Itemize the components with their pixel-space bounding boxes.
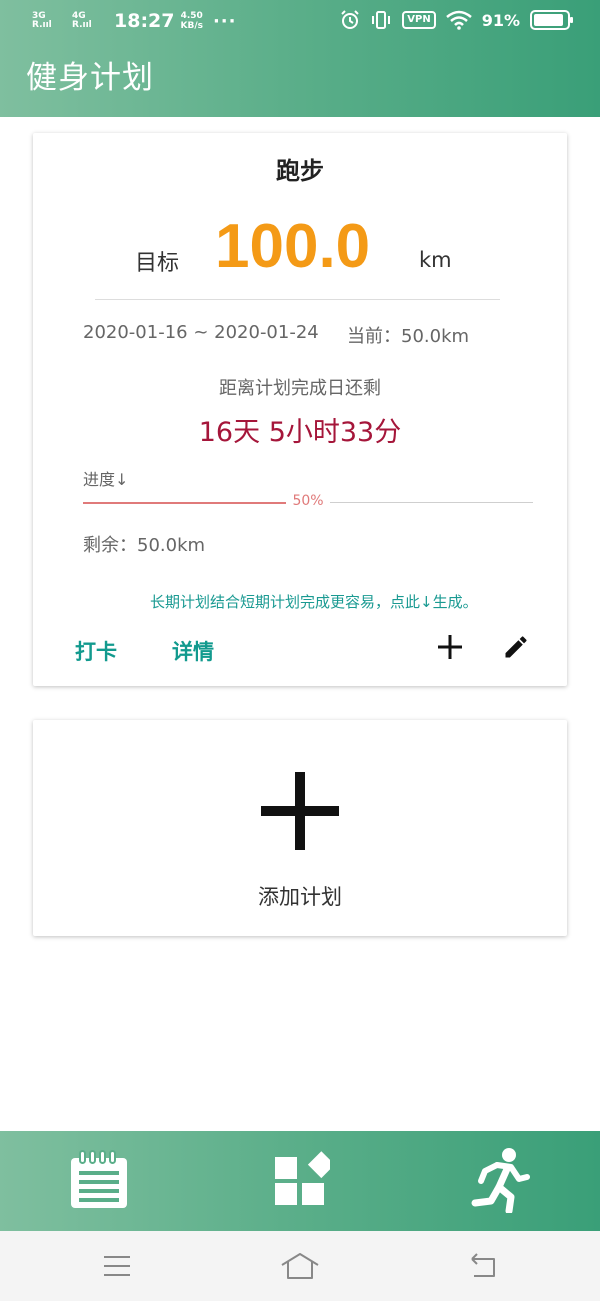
network-speed: 4.50 KB/s [180,11,202,31]
progress-bar: 50% [83,493,533,513]
back-icon [471,1253,495,1277]
progress-track [330,502,533,503]
plan-title: 跑步 [276,157,324,185]
vibrate-icon [372,11,391,29]
more-notifications-icon: ··· [212,10,237,32]
progress-label: 进度↓ [83,470,129,489]
goal-unit: km [419,248,452,272]
detail-button[interactable]: 详情 [172,636,214,666]
status-right: VPN 91% [340,10,573,30]
tab-apps[interactable] [268,1147,334,1213]
notepad-icon [71,1150,127,1208]
system-nav-bar [0,1231,600,1301]
plan-card[interactable]: 跑步 目标 100.0 km 2020-01-16 ~ 2020-01-24 当… [33,133,567,686]
divider [95,299,500,300]
date-range: 2020-01-16 ~ 2020-01-24 [83,322,319,343]
plus-icon [438,635,462,659]
signal-sim2: 4G R.ııl [72,12,106,30]
current-amount: 当前：50.0km [347,326,470,347]
large-plus-icon [261,772,339,850]
page-title: 健身计划 [26,60,154,96]
signal-bars-icon: R.ııl [32,20,52,30]
speed-value: 4.50 [180,11,203,21]
battery-icon [530,10,573,30]
add-record-button[interactable] [433,630,467,664]
nav-back-button[interactable] [462,1251,502,1281]
progress-percent: 50% [286,493,330,509]
app-header: 3G R.ııl 4G R.ııl 18:27 4.50 KB/s ··· VP… [0,0,600,117]
add-plan-card[interactable]: 添加计划 [33,720,567,936]
goal-label: 目标 [135,251,180,276]
apps-grid-icon [275,1151,330,1205]
goal-value: 100.0 [215,212,371,281]
remaining-time-label: 距离计划完成日还剩 [219,378,381,399]
generate-short-plan-tip[interactable]: 长期计划结合短期计划完成更容易，点此↓生成。 [150,591,478,612]
running-person-icon [471,1148,530,1213]
countdown: 16天 5小时33分 [198,417,402,448]
checkin-button[interactable]: 打卡 [75,636,117,666]
bottom-tab-bar [0,1131,600,1231]
speed-unit: KB/s [180,21,203,31]
status-time: 18:27 [114,10,175,32]
tab-run[interactable] [467,1147,533,1213]
menu-icon [104,1256,130,1276]
signal-sim1: 3G R.ııl [32,12,66,30]
wifi-icon [445,10,472,30]
progress-fill [83,502,286,504]
signal-bars-icon: R.ııl [72,20,92,30]
battery-percent: 91% [481,10,520,30]
add-plan-label: 添加计划 [258,885,342,909]
status-bar: 3G R.ııl 4G R.ııl 18:27 4.50 KB/s ··· VP… [0,0,600,44]
tab-plan[interactable] [66,1147,132,1213]
remaining-amount: 剩余：50.0km [83,535,206,556]
vpn-badge: VPN [402,11,436,29]
nav-menu-button[interactable] [97,1251,137,1281]
nav-home-button[interactable] [280,1251,320,1281]
alarm-icon [341,10,359,29]
status-left: 3G R.ııl 4G R.ııl 18:27 4.50 KB/s ··· [32,10,236,32]
edit-plan-button[interactable] [499,630,533,664]
home-icon [281,1253,319,1279]
pencil-icon [505,636,527,658]
